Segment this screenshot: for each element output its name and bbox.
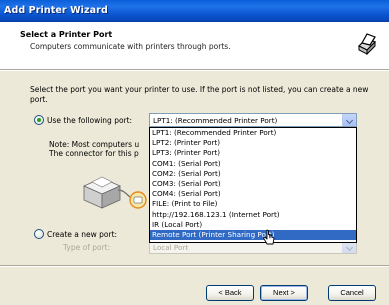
- note-text: Note: Most computers u The connector for…: [49, 140, 149, 158]
- port-option[interactable]: Remote Port (Printer Sharing Port): [150, 229, 356, 241]
- port-option[interactable]: COM2: (Serial Port): [150, 169, 356, 179]
- use-port-label[interactable]: Use the following port:: [47, 116, 132, 125]
- port-select[interactable]: LPT1: (Recommended Printer Port): [149, 113, 357, 127]
- port-type-value: Local Port: [153, 243, 189, 252]
- page-title: Select a Printer Port: [20, 30, 113, 39]
- port-option[interactable]: LPT2: (Printer Port): [150, 138, 356, 148]
- wizard-header: Select a Printer Port Computers communic…: [0, 22, 389, 70]
- create-port-label[interactable]: Create a new port:: [47, 230, 117, 239]
- use-port-radio[interactable]: [34, 115, 44, 125]
- back-button[interactable]: < Back: [206, 285, 254, 301]
- next-button[interactable]: Next >: [260, 285, 308, 301]
- port-select-value: LPT1: (Recommended Printer Port): [153, 116, 278, 125]
- page-subtitle: Computers communicate with printers thro…: [30, 42, 231, 51]
- chevron-down-icon[interactable]: [342, 114, 356, 126]
- printer-port-icon: [83, 176, 147, 209]
- cancel-button[interactable]: Cancel: [328, 285, 376, 301]
- mouse-cursor-icon: [263, 229, 275, 245]
- port-option[interactable]: COM1: (Serial Port): [150, 159, 356, 169]
- port-option[interactable]: http://192.168.123.1 (Internet Port): [150, 210, 356, 220]
- intro-text: Select the port you want your printer to…: [30, 85, 369, 104]
- port-type-label: Type of port:: [63, 243, 111, 252]
- port-option[interactable]: LPT3: (Printer Port): [150, 148, 356, 158]
- port-option[interactable]: COM3: (Serial Port): [150, 179, 356, 189]
- port-option[interactable]: IR (Local Port): [150, 220, 356, 230]
- port-option[interactable]: LPT1: (Recommended Printer Port): [150, 128, 356, 138]
- port-option[interactable]: FILE: (Print to File): [150, 199, 356, 209]
- note-line-1: Note: Most computers u: [49, 140, 140, 149]
- title-bar[interactable]: Add Printer Wizard: [0, 0, 389, 22]
- port-dropdown-list[interactable]: LPT1: (Recommended Printer Port) LPT2: (P…: [149, 127, 357, 243]
- printer-icon: [354, 29, 380, 56]
- create-port-radio[interactable]: [34, 229, 44, 239]
- port-option[interactable]: COM4: (Serial Port): [150, 189, 356, 199]
- window-title: Add Printer Wizard: [4, 5, 108, 16]
- note-line-2: The connector for this p: [49, 149, 139, 158]
